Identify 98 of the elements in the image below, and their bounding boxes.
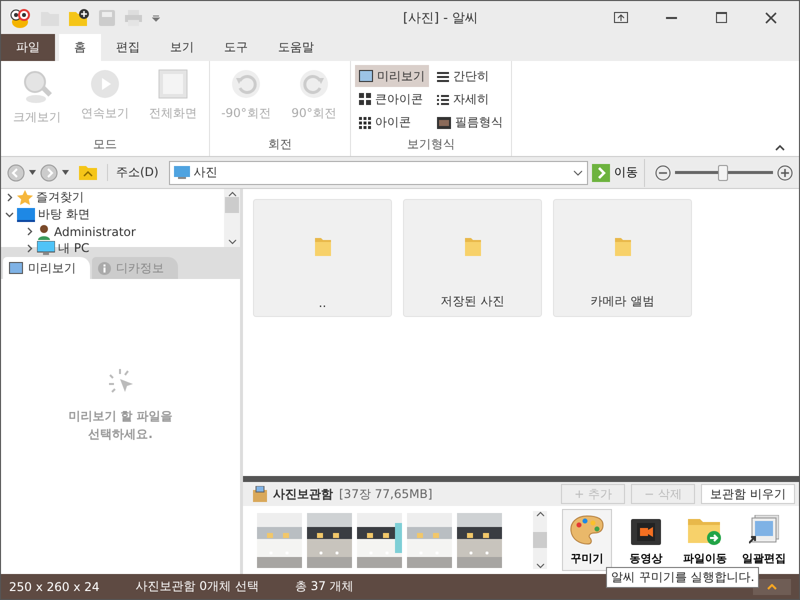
- chevron-up-icon: [536, 511, 544, 517]
- status-text: 250 x 260 x 24: [9, 580, 100, 594]
- view-option[interactable]: 필름형식: [433, 112, 507, 134]
- tool-button[interactable]: 꾸미기: [562, 509, 612, 571]
- small-grid-icon: [359, 116, 371, 129]
- file-menu-button[interactable]: 파일: [1, 34, 55, 61]
- folder-up-icon: [79, 165, 97, 180]
- chevron-right-icon[interactable]: [25, 244, 34, 253]
- caret-down-icon[interactable]: [62, 170, 69, 175]
- album-info: [37장 77,65MB]: [339, 486, 434, 502]
- slider-thumb[interactable]: [718, 164, 728, 180]
- folder-label: ..: [318, 296, 326, 310]
- chevron-down-icon: [228, 239, 236, 245]
- status-text: 총 37 개체: [294, 578, 354, 595]
- scroll-up-button[interactable]: [228, 191, 236, 197]
- forward-button[interactable]: [40, 164, 58, 182]
- preview-icon: [9, 262, 23, 274]
- view-option[interactable]: 미리보기: [355, 65, 429, 87]
- group-label: 회전: [267, 136, 293, 153]
- chevron-down-icon: [536, 563, 544, 569]
- grid-icon: [359, 93, 371, 106]
- star-icon: [17, 190, 33, 206]
- new-folder-icon[interactable]: [69, 9, 89, 26]
- forward-icon: [40, 164, 58, 182]
- window-title: [사진] - 알씨: [402, 10, 480, 26]
- ribbon-tab[interactable]: 보기: [155, 34, 209, 61]
- album-icon: [253, 486, 267, 502]
- caret-down-icon[interactable]: [29, 170, 36, 175]
- close-icon: [765, 12, 777, 24]
- rotate-right-icon: [299, 69, 329, 99]
- user-icon: [37, 224, 51, 240]
- view-option[interactable]: 아이콘: [355, 112, 429, 134]
- album-title: 사진보관함: [273, 486, 333, 502]
- pin-icon: [614, 12, 628, 23]
- computer-icon: [37, 241, 55, 256]
- empty-album-button[interactable]: 보관함 비우기: [701, 484, 795, 504]
- ribbon-tab[interactable]: 도움말: [263, 34, 329, 61]
- ribbon-tab[interactable]: 편집: [101, 34, 155, 61]
- preview-icon: [359, 70, 373, 82]
- app-logo-icon: [9, 8, 31, 28]
- folder-label: 저장된 사진: [440, 293, 504, 310]
- chevron-right-icon[interactable]: [5, 193, 14, 202]
- minimize-icon: [666, 16, 676, 18]
- tree-item[interactable]: 바탕 화면: [38, 206, 90, 223]
- chevron-up-icon: [775, 144, 785, 151]
- scrollbar-thumb[interactable]: [533, 532, 547, 548]
- dropdown-icon[interactable]: [152, 14, 160, 22]
- info-icon: [98, 262, 111, 274]
- folder-label: 카메라 앨범: [590, 293, 654, 310]
- chevron-down-icon[interactable]: [5, 210, 14, 219]
- folder-arrow-icon: [688, 517, 722, 545]
- scrollbar-thumb[interactable]: [225, 197, 239, 213]
- folder-tile[interactable]: 카메라 앨범: [553, 199, 692, 317]
- image-stack-icon: [749, 515, 779, 545]
- scroll-down-button[interactable]: [536, 563, 544, 569]
- scroll-down-button[interactable]: [228, 239, 236, 245]
- panel-tab[interactable]: 미리보기: [3, 257, 90, 279]
- view-option[interactable]: 간단히: [433, 65, 507, 87]
- scroll-up-button[interactable]: [536, 511, 544, 517]
- tree-item[interactable]: 내 PC: [58, 240, 90, 257]
- up-folder-button[interactable]: [79, 165, 97, 180]
- rotate-left-icon: [231, 69, 261, 99]
- tree-item[interactable]: Administrator: [54, 224, 136, 238]
- folder-tile[interactable]: ..: [253, 199, 392, 317]
- preview-hint: 미리보기 할 파일을 선택하세요.: [68, 408, 173, 443]
- expand-button[interactable]: [753, 578, 791, 594]
- zoom-in-icon[interactable]: [777, 164, 793, 180]
- zoom-out-icon[interactable]: [655, 164, 671, 180]
- go-button[interactable]: 이동: [592, 158, 645, 186]
- chevron-right-icon[interactable]: [25, 227, 34, 236]
- back-button[interactable]: [7, 164, 25, 182]
- arrow-right-icon: [592, 164, 610, 182]
- tree-item[interactable]: 즐겨찾기: [36, 189, 84, 206]
- maximize-icon: [716, 12, 726, 23]
- back-icon: [7, 164, 25, 182]
- tooltip: 알씨 꾸미기를 실행합니다.: [606, 567, 760, 588]
- chevron-up-icon: [767, 584, 777, 590]
- details-icon: [437, 94, 449, 105]
- view-option[interactable]: 큰아이콘: [355, 88, 429, 110]
- monitor-icon: [17, 208, 35, 222]
- status-text: 사진보관함 0개체 선택: [136, 578, 259, 595]
- chevron-up-icon: [228, 191, 236, 197]
- list-icon: [437, 70, 449, 82]
- ribbon-tab[interactable]: 도구: [209, 34, 263, 61]
- play-icon: [90, 69, 120, 99]
- ribbon-tab[interactable]: 홈: [59, 34, 101, 61]
- address-label: 주소(D): [107, 164, 165, 181]
- film-icon: [437, 116, 451, 129]
- fullscreen-icon: [158, 69, 188, 99]
- chevron-down-icon[interactable]: [573, 170, 583, 176]
- palette-icon: [570, 515, 604, 545]
- group-label: 보기형식: [406, 136, 456, 153]
- address-field[interactable]: 사진: [168, 160, 588, 184]
- film-camera-icon: [631, 519, 661, 545]
- group-label: 모드: [92, 136, 118, 153]
- folder-tile[interactable]: 저장된 사진: [403, 199, 542, 317]
- computer-icon: [174, 166, 190, 179]
- view-option[interactable]: 자세히: [433, 88, 507, 110]
